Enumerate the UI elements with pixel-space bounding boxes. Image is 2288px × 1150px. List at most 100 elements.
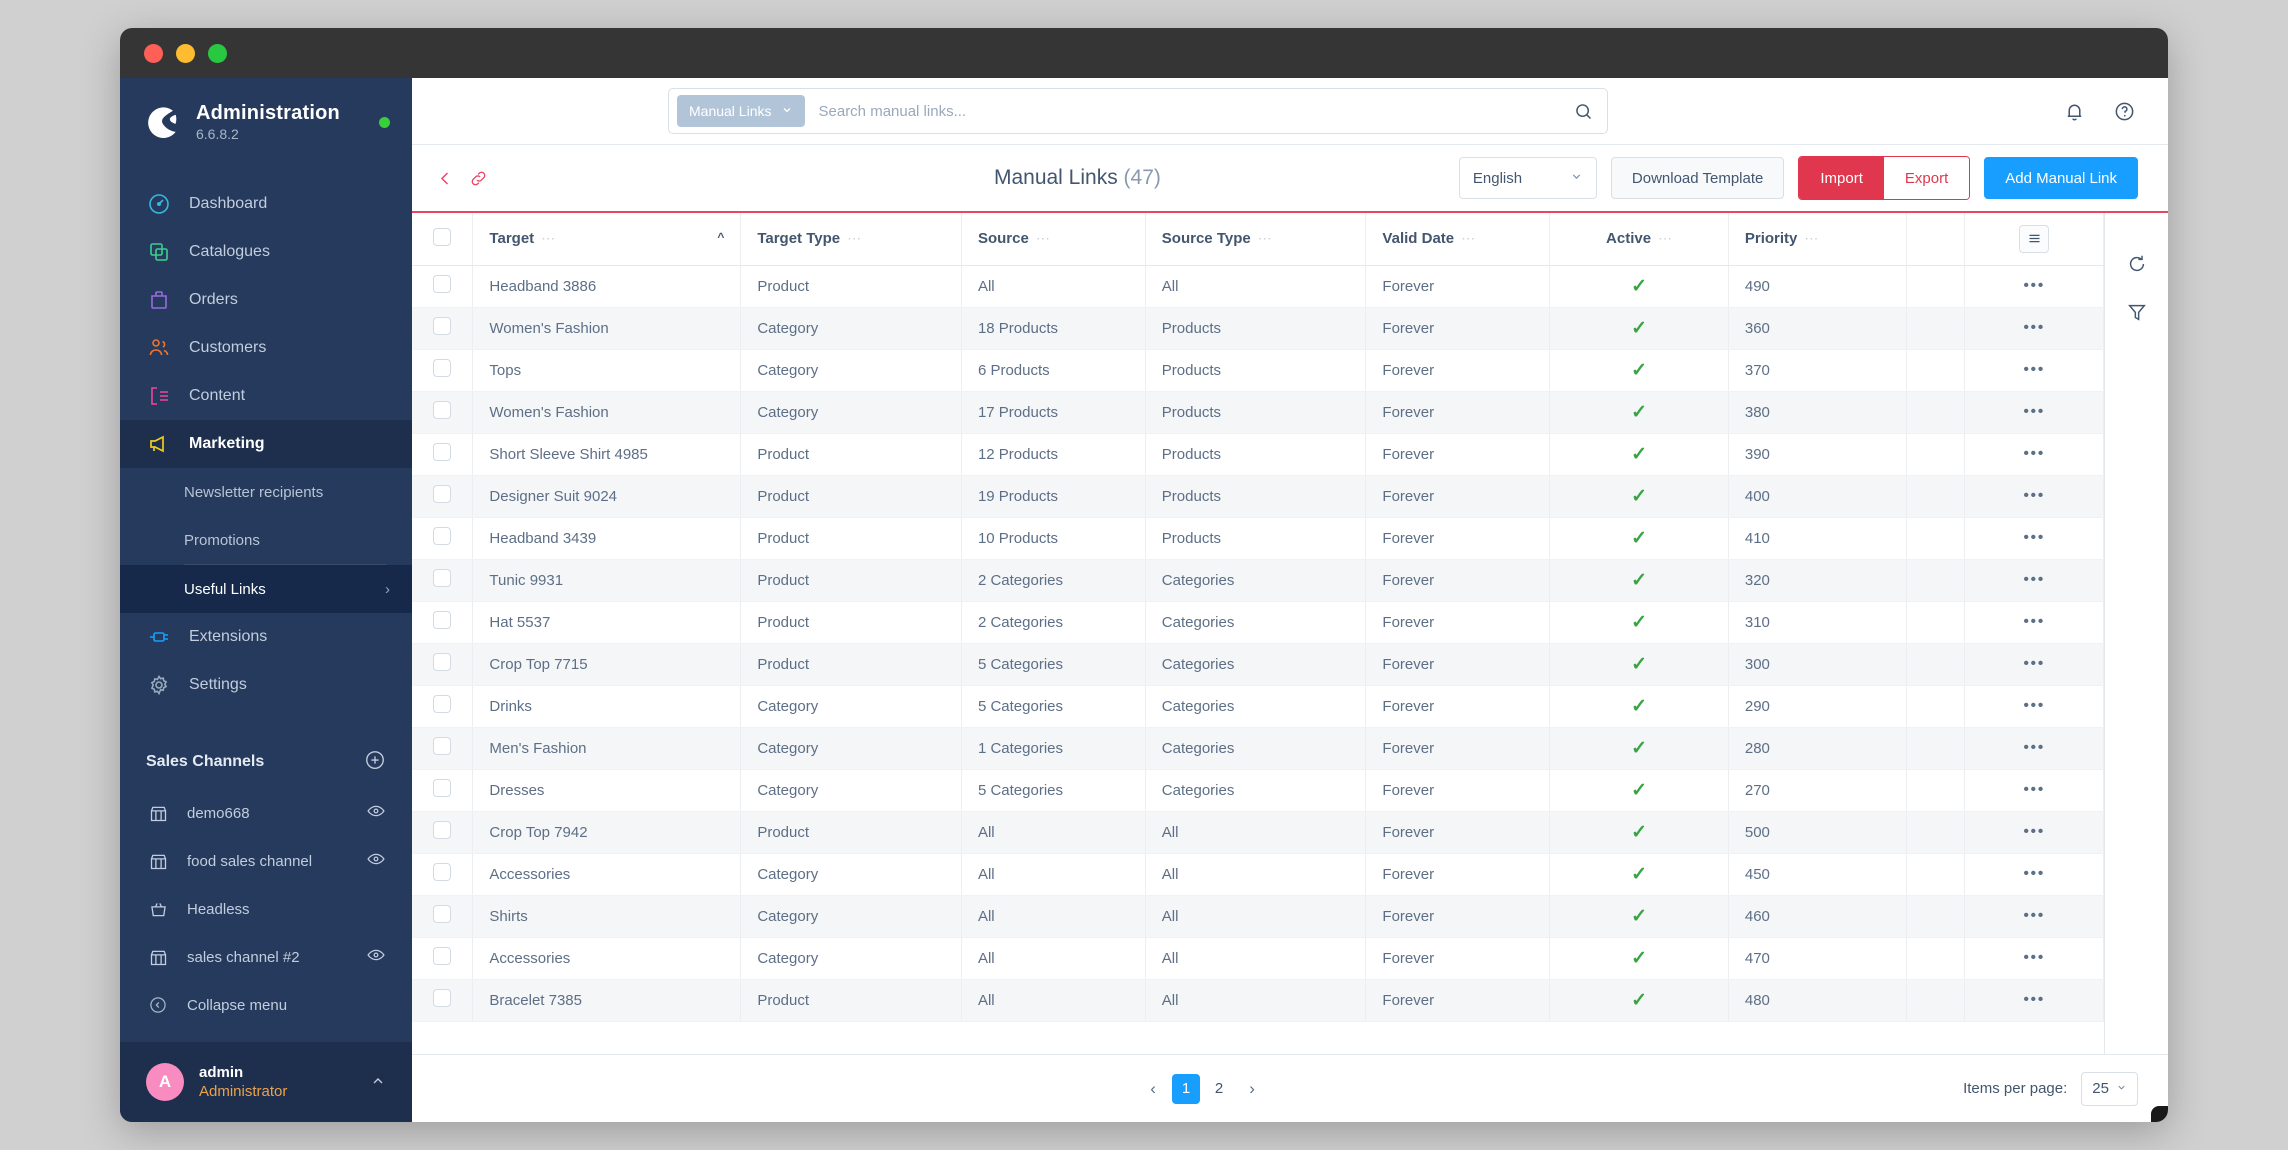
symfony-toolbar-badge[interactable]: Sf: [2151, 1106, 2168, 1122]
context-menu-button[interactable]: •••: [2023, 991, 2045, 1008]
row-checkbox[interactable]: [433, 401, 452, 419]
chevron-up-icon[interactable]: [370, 1073, 386, 1092]
table-row[interactable]: Women's Fashion Category 17 Products Produc…: [412, 391, 2104, 434]
column-header-source-type[interactable]: Source Type ⋯: [1145, 213, 1367, 266]
sidebar-item-extensions[interactable]: Extensions: [120, 613, 412, 661]
window-minimize-button[interactable]: [176, 43, 195, 63]
pagination-next-button[interactable]: ›: [1238, 1074, 1266, 1104]
column-header-active[interactable]: Active ⋯: [1549, 213, 1729, 266]
search-input[interactable]: [804, 102, 1569, 120]
context-menu-button[interactable]: •••: [2023, 907, 2045, 924]
link-icon[interactable]: [469, 169, 488, 188]
eye-icon[interactable]: [366, 849, 386, 873]
row-checkbox[interactable]: [433, 695, 452, 713]
table-row[interactable]: Men's Fashion Category 1 Categories Categor…: [412, 727, 2104, 770]
context-menu-button[interactable]: •••: [2023, 739, 2045, 756]
column-settings-button[interactable]: [2019, 224, 2050, 253]
table-row[interactable]: Accessories Category All All Forever ✓ 470 •••: [412, 937, 2104, 980]
row-checkbox[interactable]: [433, 905, 452, 923]
table-row[interactable]: Dresses Category 5 Categories Categories For…: [412, 769, 2104, 812]
context-menu-button[interactable]: •••: [2023, 949, 2045, 966]
row-checkbox[interactable]: [433, 275, 452, 293]
context-menu-button[interactable]: •••: [2023, 655, 2045, 672]
sidebar-subitem-promotions[interactable]: Promotions: [120, 516, 412, 564]
window-close-button[interactable]: [144, 43, 163, 63]
row-checkbox[interactable]: [433, 737, 452, 755]
add-manual-link-button[interactable]: Add Manual Link: [1984, 157, 2138, 199]
sidebar-item-dashboard[interactable]: Dashboard: [120, 180, 412, 228]
table-row[interactable]: Hat 5537 Product 2 Categories Categories For…: [412, 601, 2104, 644]
column-header-target[interactable]: Target ⋯ ^: [472, 213, 742, 266]
pagination-prev-button[interactable]: ‹: [1139, 1074, 1167, 1104]
table-row[interactable]: Accessories Category All All Forever ✓ 450 •••: [412, 853, 2104, 896]
sidebar-item-customers[interactable]: Customers: [120, 324, 412, 372]
sidebar-item-marketing[interactable]: Marketing: [120, 420, 412, 468]
context-menu-button[interactable]: •••: [2023, 571, 2045, 588]
column-header-valid-date[interactable]: Valid Date ⋯: [1365, 213, 1551, 266]
sales-channel-headless[interactable]: Headless: [120, 885, 412, 933]
sidebar-item-settings[interactable]: Settings: [120, 661, 412, 709]
context-menu-button[interactable]: •••: [2023, 487, 2045, 504]
column-header-priority[interactable]: Priority ⋯: [1728, 213, 1908, 266]
export-button[interactable]: Export: [1883, 157, 1970, 199]
column-header-source[interactable]: Source ⋯: [961, 213, 1146, 266]
row-checkbox[interactable]: [433, 527, 452, 545]
context-menu-button[interactable]: •••: [2023, 445, 2045, 462]
import-button[interactable]: Import: [1799, 157, 1884, 199]
language-select[interactable]: English: [1458, 157, 1597, 199]
row-checkbox[interactable]: [433, 485, 452, 503]
bell-icon[interactable]: [2060, 97, 2088, 125]
table-row[interactable]: Designer Suit 9024 Product 19 Products Prod…: [412, 475, 2104, 518]
add-sales-channel-button[interactable]: [364, 749, 386, 776]
context-menu-button[interactable]: •••: [2023, 403, 2045, 420]
table-row[interactable]: Drinks Category 5 Categories Categories Fore…: [412, 685, 2104, 728]
refresh-icon[interactable]: [2126, 253, 2148, 275]
sales-channel-demo668[interactable]: demo668: [120, 789, 412, 837]
context-menu-button[interactable]: •••: [2023, 613, 2045, 630]
filter-icon[interactable]: [2126, 301, 2148, 323]
context-menu-button[interactable]: •••: [2023, 529, 2045, 546]
pagination-page-2[interactable]: 2: [1205, 1074, 1233, 1104]
table-row[interactable]: Shirts Category All All Forever ✓ 460 •••: [412, 895, 2104, 938]
eye-icon[interactable]: [366, 945, 386, 969]
table-row[interactable]: Headband 3439 Product 10 Products Products F…: [412, 517, 2104, 560]
row-checkbox[interactable]: [433, 569, 452, 587]
help-icon[interactable]: [2110, 97, 2138, 125]
row-checkbox[interactable]: [433, 989, 452, 1007]
sidebar-item-content[interactable]: Content: [120, 372, 412, 420]
row-checkbox[interactable]: [433, 863, 452, 881]
table-row[interactable]: Tops Category 6 Products Products Forever ✓ 37…: [412, 349, 2104, 392]
pagination-page-1[interactable]: 1: [1172, 1073, 1201, 1104]
table-row[interactable]: Women's Fashion Category 18 Products Produc…: [412, 307, 2104, 350]
table-row[interactable]: Tunic 9931 Product 2 Categories Categories F…: [412, 559, 2104, 602]
context-menu-button[interactable]: •••: [2023, 823, 2045, 840]
row-checkbox[interactable]: [433, 653, 452, 671]
sidebar-item-catalogues[interactable]: Catalogues: [120, 228, 412, 276]
user-bar[interactable]: A admin Administrator: [120, 1042, 412, 1122]
row-checkbox[interactable]: [433, 443, 452, 461]
row-checkbox[interactable]: [433, 779, 452, 797]
row-checkbox[interactable]: [433, 821, 452, 839]
sales-channel-sales-channel-2[interactable]: sales channel #2: [120, 933, 412, 981]
window-maximize-button[interactable]: [208, 43, 227, 63]
table-row[interactable]: Crop Top 7942 Product All All Forever ✓ 500 •••: [412, 811, 2104, 854]
table-row[interactable]: Headband 3886 Product All All Forever ✓ 490 •••: [412, 265, 2104, 308]
context-menu-button[interactable]: •••: [2023, 865, 2045, 882]
row-checkbox[interactable]: [433, 359, 452, 377]
table-row[interactable]: Bracelet 7385 Product All All Forever ✓ 480 •••: [412, 979, 2104, 1022]
chevron-left-icon[interactable]: [436, 169, 455, 188]
search-icon[interactable]: [1569, 97, 1597, 125]
download-template-button[interactable]: Download Template: [1610, 157, 1785, 199]
sales-channel-food-sales-channel[interactable]: food sales channel: [120, 837, 412, 885]
row-checkbox[interactable]: [433, 611, 452, 629]
eye-icon[interactable]: [366, 801, 386, 825]
context-menu-button[interactable]: •••: [2023, 781, 2045, 798]
row-checkbox[interactable]: [433, 947, 452, 965]
context-menu-button[interactable]: •••: [2023, 697, 2045, 714]
collapse-menu-button[interactable]: Collapse menu: [120, 981, 412, 1029]
sidebar-subitem-useful-links[interactable]: Useful Links ›: [120, 565, 412, 613]
select-all-checkbox[interactable]: [433, 227, 452, 246]
context-menu-button[interactable]: •••: [2023, 361, 2045, 378]
table-row[interactable]: Crop Top 7715 Product 5 Categories Categori…: [412, 643, 2104, 686]
context-menu-button[interactable]: •••: [2023, 277, 2045, 294]
